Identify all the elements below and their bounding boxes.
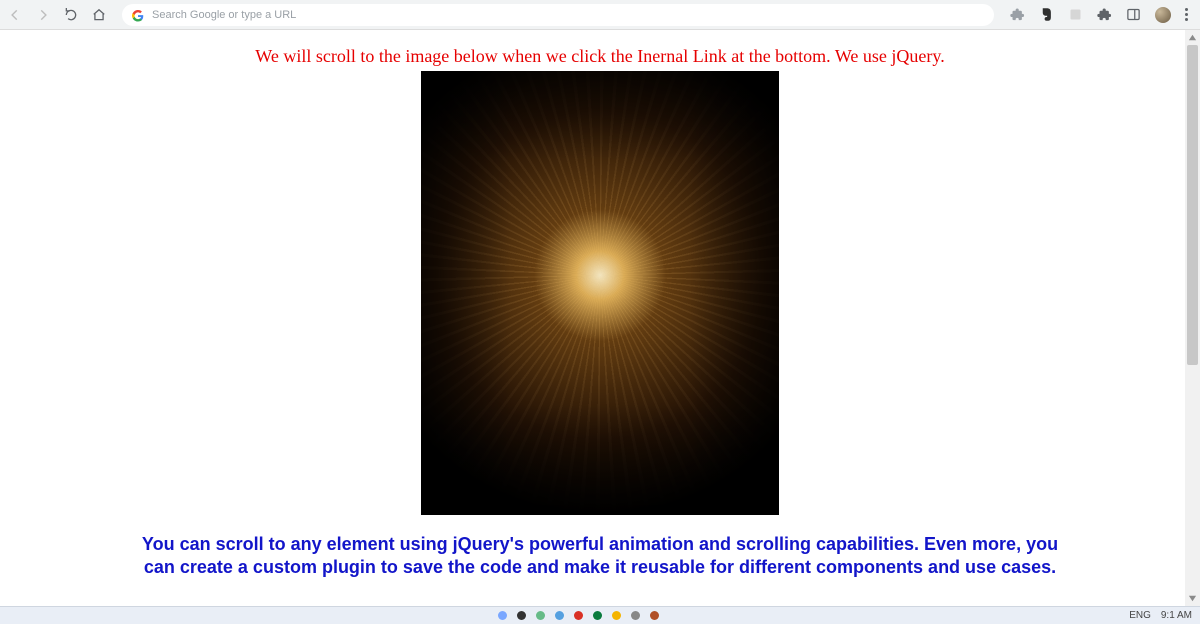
chrome-menu-button[interactable]	[1185, 8, 1188, 21]
evernote-extension-icon[interactable]	[1039, 7, 1054, 22]
taskbar-clock[interactable]: 9:1 AM	[1161, 610, 1192, 621]
back-button[interactable]	[8, 8, 22, 22]
taskbar-app-icon[interactable]	[536, 611, 545, 620]
scrollbar-track[interactable]	[1185, 45, 1200, 591]
extension-puzzle-icon[interactable]	[1010, 7, 1025, 22]
taskbar-app-icon[interactable]	[498, 611, 507, 620]
taskbar-app-icon[interactable]	[555, 611, 564, 620]
omnibox[interactable]: Search Google or type a URL	[122, 4, 994, 26]
taskbar-app-icon[interactable]	[612, 611, 621, 620]
scroll-down-arrow[interactable]	[1185, 591, 1200, 606]
scroll-target-caption: We will scroll to the image below when w…	[0, 46, 1200, 67]
google-icon	[132, 9, 144, 21]
taskbar-app-icon[interactable]	[631, 611, 640, 620]
taskbar-app-icon[interactable]	[650, 611, 659, 620]
home-button[interactable]	[92, 8, 106, 22]
omnibox-placeholder: Search Google or type a URL	[152, 9, 296, 21]
taskbar-language[interactable]: ENG	[1129, 610, 1151, 621]
page-viewport: We will scroll to the image below when w…	[0, 30, 1200, 606]
os-taskbar: ENG 9:1 AM	[0, 606, 1200, 624]
page-content: We will scroll to the image below when w…	[0, 30, 1200, 578]
reload-button[interactable]	[64, 8, 78, 22]
profile-avatar[interactable]	[1155, 7, 1171, 23]
jquery-description-paragraph: You can scroll to any element using jQue…	[130, 533, 1070, 578]
nav-button-group	[8, 8, 106, 22]
taskbar-app-icons	[498, 611, 659, 620]
extensions-menu-icon[interactable]	[1097, 7, 1112, 22]
forward-button[interactable]	[36, 8, 50, 22]
taskbar-app-icon[interactable]	[517, 611, 526, 620]
toolbar-right-group	[1010, 7, 1192, 23]
vertical-scrollbar[interactable]	[1185, 30, 1200, 606]
taskbar-app-icon[interactable]	[574, 611, 583, 620]
scrollbar-thumb[interactable]	[1187, 45, 1198, 365]
hero-image	[421, 71, 779, 515]
side-panel-icon[interactable]	[1126, 7, 1141, 22]
taskbar-app-icon[interactable]	[593, 611, 602, 620]
taskbar-right: ENG 9:1 AM	[1129, 610, 1192, 621]
scroll-up-arrow[interactable]	[1185, 30, 1200, 45]
browser-toolbar: Search Google or type a URL	[0, 0, 1200, 30]
extension-square-icon[interactable]	[1068, 7, 1083, 22]
